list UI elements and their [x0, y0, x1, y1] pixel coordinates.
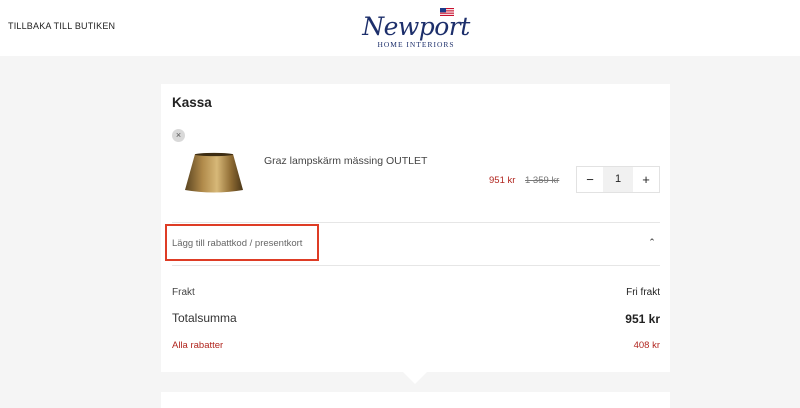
- decrease-quantity-button[interactable]: −: [577, 167, 603, 192]
- newport-logo[interactable]: Newport HOME INTERIORS: [358, 6, 474, 50]
- logo-wordmark: Newport: [362, 12, 470, 41]
- chevron-up-icon[interactable]: ⌃: [647, 237, 657, 247]
- increase-quantity-button[interactable]: +: [633, 167, 659, 192]
- site-header: TILLBAKA TILL BUTIKEN Newport HOME INTER…: [0, 0, 800, 56]
- original-price: 1 359 kr: [525, 175, 560, 186]
- next-section-card: [161, 392, 670, 408]
- quantity-stepper: − 1 +: [576, 166, 660, 193]
- remove-item-button[interactable]: ×: [172, 129, 185, 142]
- quantity-value[interactable]: 1: [603, 167, 633, 192]
- product-image[interactable]: [181, 152, 247, 196]
- all-discounts-label: Alla rabatter: [172, 340, 224, 351]
- product-name[interactable]: Graz lampskärm mässing OUTLET: [264, 155, 427, 167]
- divider: [172, 265, 660, 266]
- shipping-label: Frakt: [172, 287, 195, 298]
- logo-tagline: HOME INTERIORS: [377, 40, 455, 49]
- divider: [172, 222, 660, 223]
- back-to-store-link[interactable]: TILLBAKA TILL BUTIKEN: [8, 21, 115, 31]
- total-value: 951 kr: [625, 312, 660, 326]
- all-discounts-value: 408 kr: [633, 340, 660, 351]
- add-discount-code-toggle[interactable]: Lägg till rabattkod / presentkort: [172, 238, 302, 249]
- sale-price: 951 kr: [489, 175, 516, 186]
- card-notch: [403, 372, 427, 384]
- total-label: Totalsumma: [172, 311, 237, 325]
- checkout-card: Kassa × Graz lampskärm mässing OUTLET 95…: [161, 84, 670, 372]
- shipping-value: Fri frakt: [626, 287, 660, 298]
- page-title: Kassa: [172, 95, 212, 110]
